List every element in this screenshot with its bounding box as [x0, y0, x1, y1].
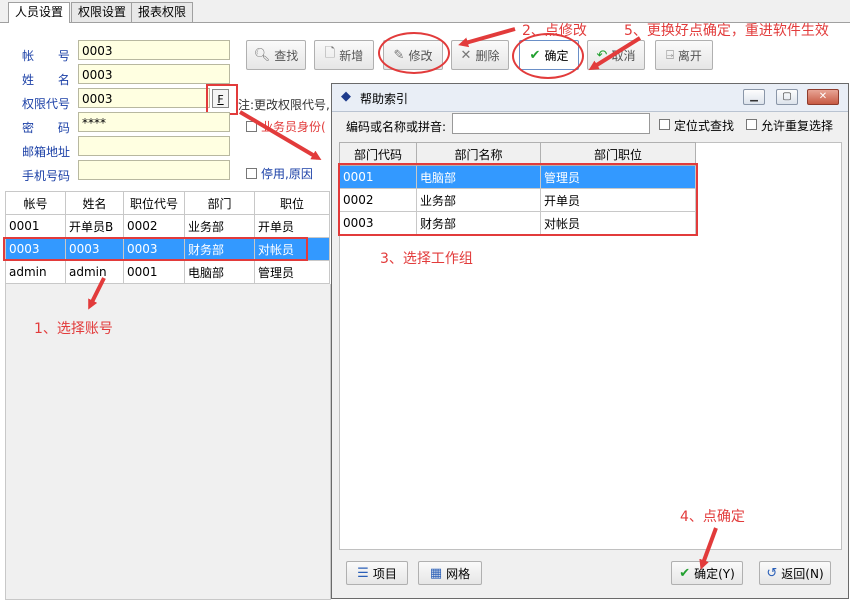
- arrow-step4: [699, 527, 718, 570]
- arrow-f-to-dialog: [238, 110, 322, 161]
- arrow-step2: [458, 27, 516, 48]
- arrow-step5: [588, 36, 642, 71]
- annotation-arrows: [88, 27, 718, 570]
- arrow-step1: [88, 277, 106, 310]
